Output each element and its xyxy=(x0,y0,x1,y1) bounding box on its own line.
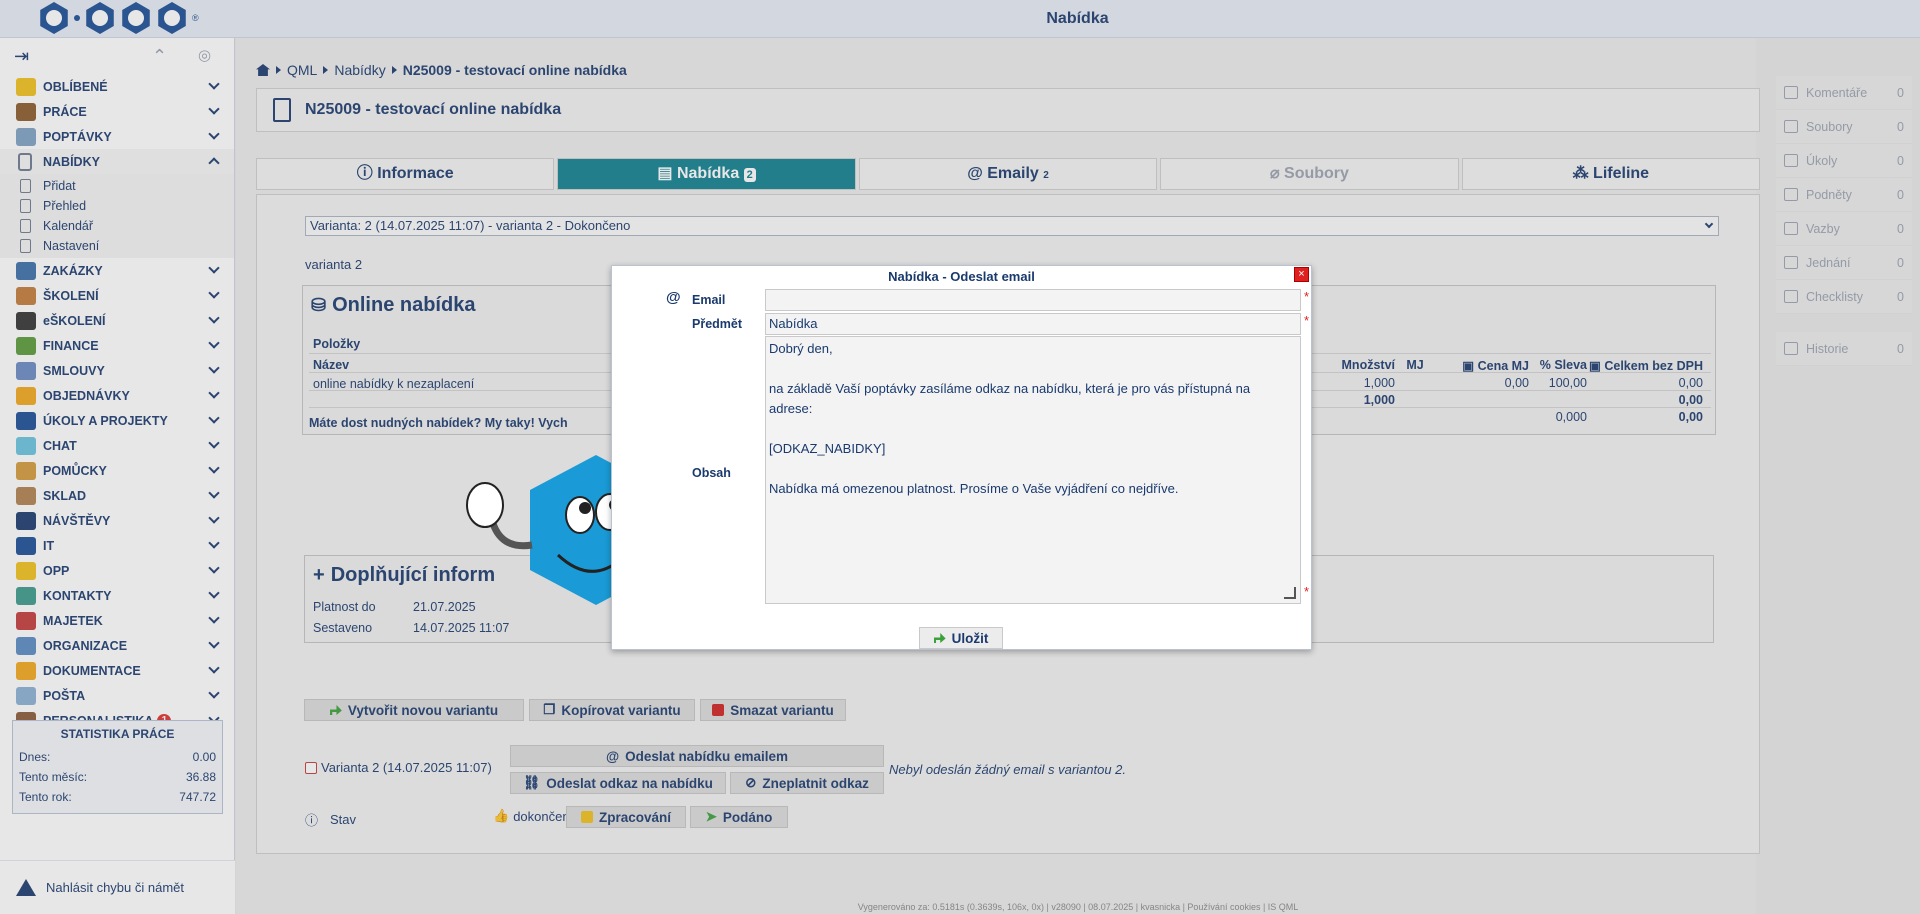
share-icon xyxy=(933,633,946,643)
save-label: Uložit xyxy=(951,630,989,646)
subject-value: Nabídka xyxy=(769,316,818,331)
at-icon: @ xyxy=(666,289,681,306)
close-icon[interactable]: × xyxy=(1294,267,1309,282)
save-button[interactable]: Uložit xyxy=(919,627,1003,649)
mascot-arm xyxy=(488,518,533,550)
mascot-hand xyxy=(466,482,504,528)
email-field[interactable] xyxy=(765,289,1301,311)
dialog-title: Nabídka - Odeslat email xyxy=(888,269,1035,284)
body-textarea[interactable]: Dobrý den, na základě Vaší poptávky zasí… xyxy=(765,336,1301,604)
subject-field[interactable]: Nabídka xyxy=(765,313,1301,335)
email-label: Email xyxy=(692,293,726,307)
mascot-eye xyxy=(565,496,595,534)
send-email-dialog: Nabídka - Odeslat email × @ Email * Před… xyxy=(611,265,1312,650)
required-marker: * xyxy=(1304,584,1310,599)
body-value: Dobrý den, na základě Vaší poptávky zasí… xyxy=(769,341,1251,496)
required-marker: * xyxy=(1304,313,1310,328)
resize-handle[interactable] xyxy=(1284,587,1296,599)
mascot-pupil xyxy=(579,502,591,514)
required-marker: * xyxy=(1304,289,1310,304)
subject-label: Předmět xyxy=(692,317,743,331)
body-label: Obsah xyxy=(692,466,731,480)
